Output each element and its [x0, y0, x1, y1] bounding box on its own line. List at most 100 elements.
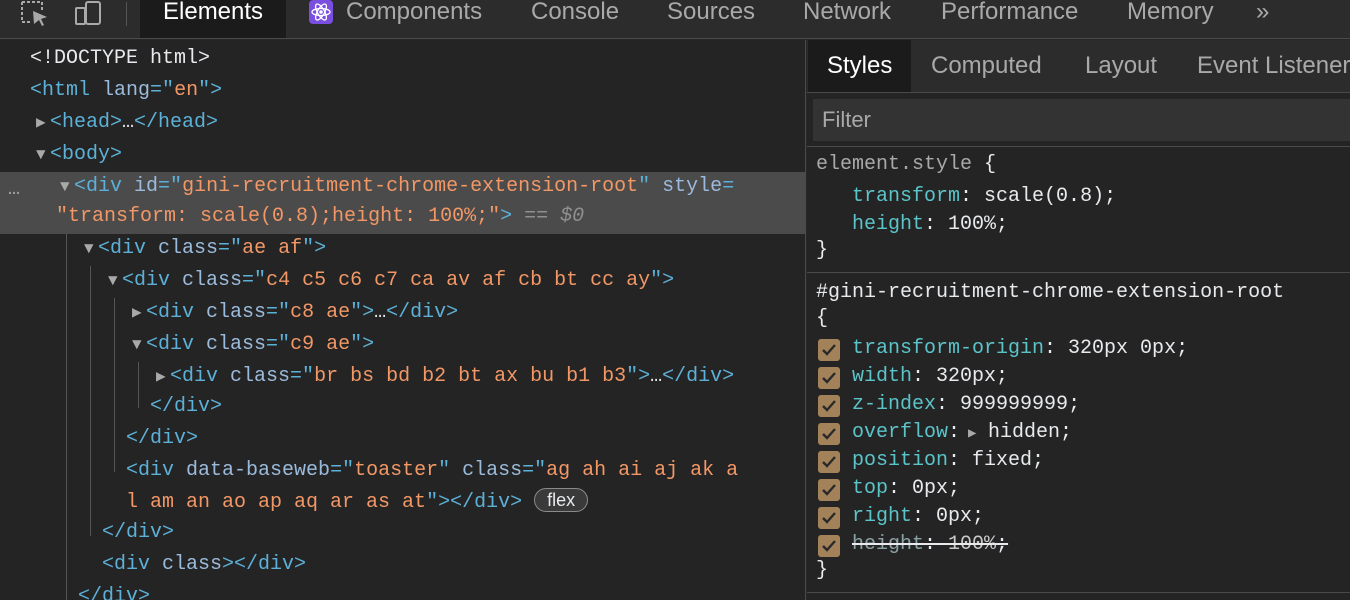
doctype-text: <!DOCTYPE html>	[30, 47, 211, 70]
node-actions-menu[interactable]: …	[8, 178, 21, 201]
subtab-layout[interactable]: Layout	[1085, 40, 1157, 92]
collapse-triangle-icon[interactable]: ▼	[60, 174, 74, 200]
css-declaration[interactable]: height: 100%;	[852, 212, 1008, 238]
attr-value: toaster	[354, 459, 439, 482]
collapse-triangle-icon[interactable]: ▼	[132, 332, 146, 358]
property-checkbox[interactable]	[818, 423, 840, 445]
expand-triangle-icon[interactable]: ▶	[156, 364, 170, 390]
css-property: z-index	[852, 393, 937, 416]
dom-node-close-tag[interactable]: </div>	[126, 426, 198, 454]
collapse-triangle-icon[interactable]: ▼	[84, 236, 98, 262]
attr-value: transform: scale(0.8);height: 100%;	[68, 205, 489, 228]
subtab-styles[interactable]: Styles	[808, 40, 912, 92]
tab-network[interactable]: Network	[803, 0, 891, 38]
filter-row	[807, 94, 1350, 147]
tab-components[interactable]: Components	[346, 0, 482, 38]
css-declaration[interactable]: z-index: 999999999;	[852, 392, 1080, 418]
attr-name: class	[162, 553, 223, 576]
css-declaration[interactable]: position: fixed;	[852, 448, 1044, 474]
property-checkbox[interactable]	[818, 479, 840, 501]
tab-memory[interactable]: Memory	[1127, 0, 1214, 38]
property-checkbox[interactable]	[818, 451, 840, 473]
attr-value: en	[174, 79, 199, 102]
css-property: position	[852, 449, 949, 472]
css-property: width	[852, 365, 913, 388]
rule-selector[interactable]: #gini-recruitment-chrome-extension-root	[816, 280, 1284, 306]
device-toolbar-icon[interactable]	[74, 0, 104, 30]
property-checkbox[interactable]	[818, 507, 840, 529]
property-checkbox[interactable]	[818, 339, 840, 361]
css-declaration-overridden[interactable]: height: 100%;	[852, 532, 1008, 558]
attr-value: c9 ae	[290, 333, 351, 356]
expand-shorthand-icon[interactable]: ▶	[968, 421, 982, 447]
css-declaration[interactable]: overflow: ▶ hidden;	[852, 420, 1072, 447]
property-checkbox[interactable]	[818, 395, 840, 417]
dom-node-toaster[interactable]: <div data-baseweb="toaster" class="ag ah…	[126, 458, 738, 486]
punctuation: "	[438, 459, 451, 482]
dom-node-body[interactable]: ▼ <body>	[36, 142, 122, 170]
dom-node-div[interactable]: ▼ <div class="c9 ae">	[132, 332, 374, 360]
more-tabs-chevron-icon[interactable]: »	[1256, 0, 1269, 24]
css-value: 0px	[912, 477, 949, 500]
dom-node-toaster-cont[interactable]: l am an ao ap aq ar as at"></div> flex	[126, 488, 589, 516]
dom-node-div[interactable]: ▼ <div class="ae af">	[84, 236, 326, 264]
tag-token: </div>	[102, 521, 175, 544]
css-value: 320px	[936, 365, 997, 388]
collapsed-ellipsis[interactable]: …	[122, 111, 134, 134]
tag-token: <div	[102, 553, 151, 576]
css-declaration[interactable]: transform: scale(0.8);	[852, 184, 1116, 210]
property-checkbox[interactable]	[818, 367, 840, 389]
css-declaration[interactable]: right: 0px;	[852, 504, 984, 530]
css-property: transform	[852, 185, 961, 208]
styles-filter-input[interactable]	[813, 99, 1350, 141]
collapsed-ellipsis[interactable]: …	[650, 365, 662, 388]
css-value: 999999999	[960, 393, 1069, 416]
expand-triangle-icon[interactable]: ▶	[132, 300, 146, 326]
dom-node-root-div-cont[interactable]: "transform: scale(0.8);height: 100%;"> =…	[56, 204, 584, 232]
attr-value: c8 ae	[290, 301, 351, 324]
css-property: overflow	[852, 421, 949, 444]
tab-performance[interactable]: Performance	[941, 0, 1078, 38]
dom-node-close-tag[interactable]: </div>	[150, 394, 222, 422]
dom-node-div[interactable]: <div class></div>	[102, 552, 306, 580]
css-declaration[interactable]: width: 320px;	[852, 364, 1008, 390]
tag-token: ></div>	[222, 553, 307, 576]
css-declaration[interactable]: top: 0px;	[852, 476, 960, 502]
collapse-triangle-icon[interactable]: ▼	[108, 268, 122, 294]
dom-node-doctype[interactable]: <!DOCTYPE html>	[30, 46, 210, 74]
devtools-tab-bar: Elements Components Console Sources Netw…	[0, 0, 1350, 39]
attr-name: data-baseweb	[186, 459, 331, 482]
flex-badge[interactable]: flex	[534, 488, 589, 512]
element-style-selector[interactable]: element.style {	[816, 152, 996, 178]
dom-node-close-tag[interactable]: </div>	[102, 520, 174, 548]
attr-name: style	[662, 175, 723, 198]
attr-value: ag ah ai aj ak a	[546, 459, 739, 482]
property-checkbox[interactable]	[818, 535, 840, 557]
punctuation: ">	[350, 301, 375, 324]
tab-sources[interactable]: Sources	[667, 0, 755, 38]
subtab-event-listeners[interactable]: Event Listener	[1197, 40, 1350, 92]
punctuation: ">	[302, 237, 327, 260]
attr-name: lang	[102, 79, 151, 102]
punctuation: ="	[266, 301, 291, 324]
punctuation: "	[56, 205, 69, 228]
collapsed-ellipsis[interactable]: …	[374, 301, 386, 324]
tab-elements[interactable]: Elements	[140, 0, 286, 38]
dom-node-div[interactable]: ▶ <div class="c8 ae">…</div>	[132, 300, 458, 328]
css-property: height	[852, 213, 925, 236]
tag-token: </div>	[78, 585, 151, 600]
dom-node-close-tag[interactable]: </div>	[78, 584, 150, 600]
tab-console[interactable]: Console	[531, 0, 619, 38]
dom-node-div[interactable]: ▶ <div class="br bs bd b2 bt ax bu b1 b3"…	[156, 364, 734, 392]
collapse-triangle-icon[interactable]: ▼	[36, 142, 50, 168]
dom-node-root-div[interactable]: ▼ <div id="gini-recruitment-chrome-extens…	[60, 174, 734, 202]
inspect-element-icon[interactable]	[20, 0, 50, 30]
css-declaration[interactable]: transform-origin: 320px 0px;	[852, 336, 1188, 362]
tag-token: </head>	[134, 111, 219, 134]
dom-node-html[interactable]: <html lang="en">	[30, 78, 222, 106]
expand-triangle-icon[interactable]: ▶	[36, 110, 50, 136]
dom-node-head[interactable]: ▶ <head>…</head>	[36, 110, 218, 138]
subtab-computed[interactable]: Computed	[931, 40, 1042, 92]
tag-token: </div>	[386, 301, 459, 324]
dom-node-div[interactable]: ▼ <div class="c4 c5 c6 c7 ca av af cb bt …	[108, 268, 674, 296]
